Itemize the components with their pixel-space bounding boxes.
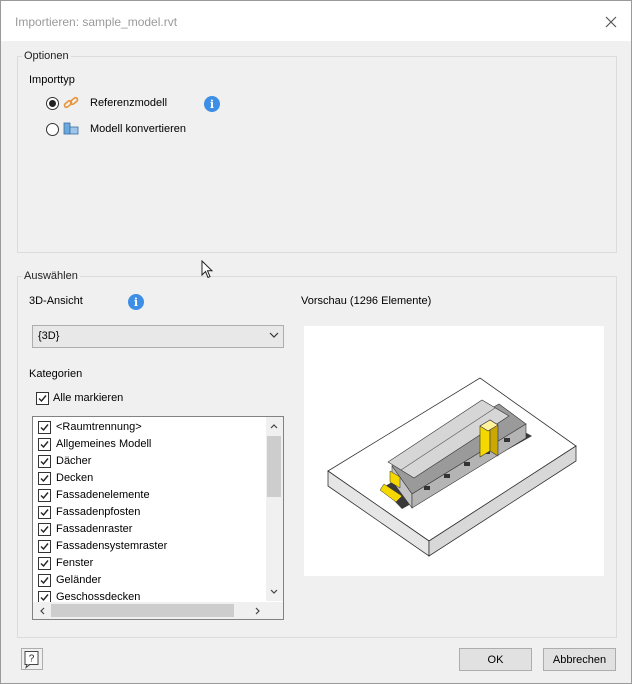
chevron-down-icon xyxy=(269,332,279,338)
category-checkbox[interactable] xyxy=(38,506,51,519)
svg-text:?: ? xyxy=(29,654,35,665)
category-label: Allgemeines Modell xyxy=(56,438,152,450)
reference-model-label[interactable]: Referenzmodell xyxy=(90,97,167,109)
help-icon: ? xyxy=(24,651,39,669)
view-dropdown[interactable]: {3D} xyxy=(32,325,284,348)
mouse-cursor-icon xyxy=(201,260,214,279)
title-bar: Importieren: sample_model.rvt xyxy=(1,1,631,41)
checkmark-icon xyxy=(40,458,49,466)
reference-model-radio[interactable] xyxy=(46,97,59,110)
import-dialog: Importieren: sample_model.rvt Optionen I… xyxy=(0,0,632,684)
scroll-right-button[interactable] xyxy=(249,603,265,619)
checkmark-icon xyxy=(40,543,49,551)
view-dropdown-value: {3D} xyxy=(38,330,60,342)
category-checkbox[interactable] xyxy=(38,574,51,587)
window-title: Importieren: sample_model.rvt xyxy=(15,15,178,29)
categories-list[interactable]: Geschossdecken Geländer Fenster Fassadensys… xyxy=(32,416,284,620)
category-list-item[interactable]: Geländer xyxy=(33,572,265,589)
horizontal-scroll-thumb[interactable] xyxy=(51,604,234,617)
category-label: <Raumtrennung> xyxy=(56,421,142,433)
category-list-item[interactable]: Fenster xyxy=(33,555,265,572)
category-checkbox[interactable] xyxy=(38,438,51,451)
view-label: 3D-Ansicht xyxy=(29,295,83,307)
close-button[interactable] xyxy=(599,11,623,33)
view-info-icon[interactable]: i xyxy=(128,294,144,310)
horizontal-scrollbar[interactable] xyxy=(33,602,266,619)
category-label: Fassadenpfosten xyxy=(56,506,141,518)
chevron-left-icon xyxy=(39,607,44,615)
chevron-down-icon xyxy=(270,589,278,594)
category-list-item[interactable]: Allgemeines Modell xyxy=(33,436,265,453)
category-list-item[interactable]: <Raumtrennung> xyxy=(33,419,265,436)
category-checkbox[interactable] xyxy=(38,421,51,434)
info-icon[interactable]: i xyxy=(204,96,220,112)
category-list-item[interactable]: Fassadensystemraster xyxy=(33,538,265,555)
chevron-up-icon xyxy=(270,423,278,428)
scroll-left-button[interactable] xyxy=(34,603,50,619)
checkmark-icon xyxy=(40,577,49,585)
category-list-item[interactable]: Fassadenelemente xyxy=(33,487,265,504)
vertical-scroll-thumb[interactable] xyxy=(267,436,281,497)
select-all-label[interactable]: Alle markieren xyxy=(53,392,123,404)
category-label: Fassadensystemraster xyxy=(56,540,168,552)
checkmark-icon xyxy=(40,492,49,500)
preview-label: Vorschau (1296 Elemente) xyxy=(301,295,432,307)
category-label: Fassadenelemente xyxy=(56,489,150,501)
checkmark-icon xyxy=(38,395,47,403)
model-blocks-icon xyxy=(63,122,79,135)
building-preview-image xyxy=(327,377,577,557)
select-group-label: Auswählen xyxy=(22,270,80,282)
category-list-item[interactable]: Fassadenraster xyxy=(33,521,265,538)
category-checkbox[interactable] xyxy=(38,489,51,502)
checkmark-icon xyxy=(40,475,49,483)
categories-label: Kategorien xyxy=(29,368,83,380)
model-preview[interactable] xyxy=(304,326,604,576)
category-list-item[interactable]: Decken xyxy=(33,470,265,487)
select-all-checkbox[interactable] xyxy=(36,392,49,405)
category-label: Dächer xyxy=(56,455,92,467)
category-list-item[interactable]: Fassadenpfosten xyxy=(33,504,265,521)
category-label: Geländer xyxy=(56,574,102,586)
category-checkbox[interactable] xyxy=(38,557,51,570)
close-icon xyxy=(605,16,617,28)
scrollbar-corner xyxy=(266,602,283,619)
category-checkbox[interactable] xyxy=(38,455,51,468)
options-group xyxy=(17,56,617,253)
checkmark-icon xyxy=(40,560,49,568)
link-icon xyxy=(63,96,79,109)
help-button[interactable]: ? xyxy=(21,648,43,670)
scroll-up-button[interactable] xyxy=(266,418,282,434)
scroll-down-button[interactable] xyxy=(266,583,282,599)
category-checkbox[interactable] xyxy=(38,472,51,485)
category-label: Decken xyxy=(56,472,94,484)
cancel-button[interactable]: Abbrechen xyxy=(543,648,616,671)
checkmark-icon xyxy=(40,526,49,534)
checkmark-icon xyxy=(40,424,49,432)
import-type-label: Importtyp xyxy=(29,74,75,86)
convert-model-label[interactable]: Modell konvertieren xyxy=(90,123,186,135)
vertical-scrollbar[interactable] xyxy=(266,417,283,601)
category-checkbox[interactable] xyxy=(38,523,51,536)
ok-button[interactable]: OK xyxy=(459,648,532,671)
chevron-right-icon xyxy=(255,607,260,615)
category-checkbox[interactable] xyxy=(38,540,51,553)
category-list-item[interactable]: Dächer xyxy=(33,453,265,470)
category-label: Fassadenraster xyxy=(56,523,133,535)
options-group-label: Optionen xyxy=(22,50,71,62)
convert-model-radio[interactable] xyxy=(46,123,59,136)
checkmark-icon xyxy=(40,441,49,449)
category-label: Fenster xyxy=(56,557,94,569)
checkmark-icon xyxy=(40,509,49,517)
